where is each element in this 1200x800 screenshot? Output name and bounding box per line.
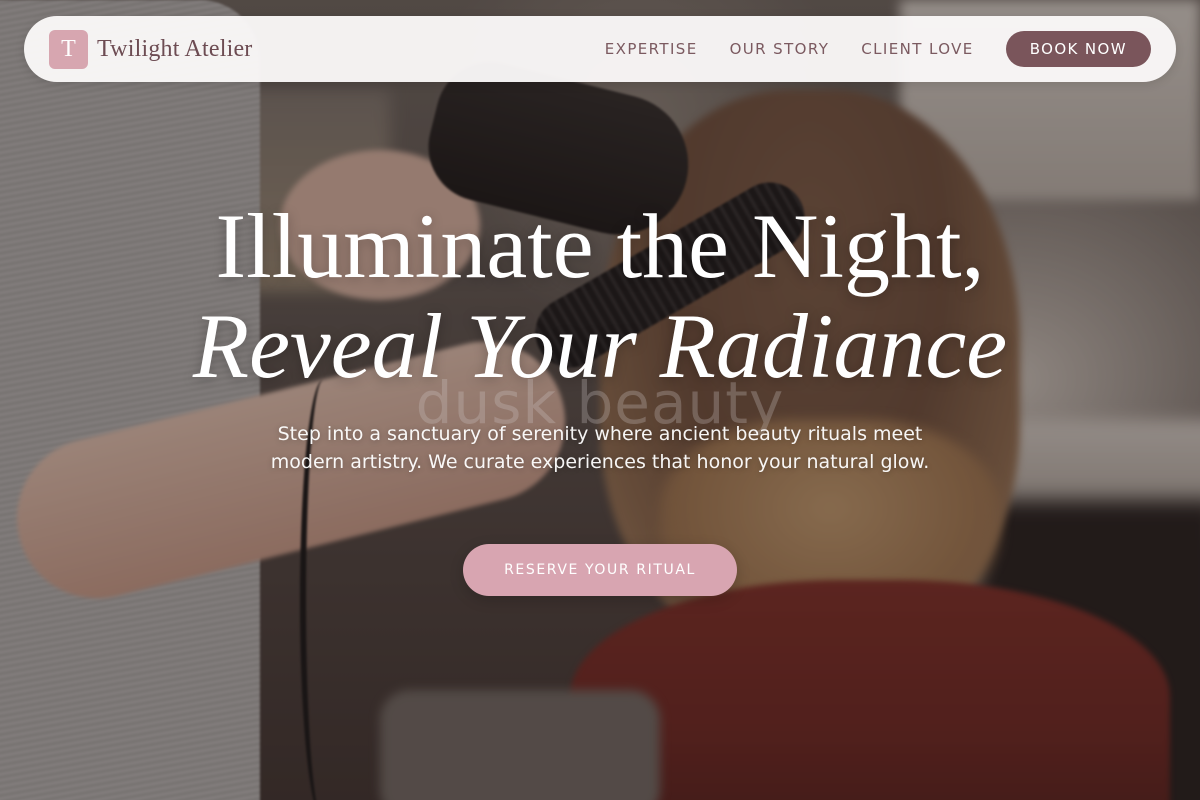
brand-name: Twilight Atelier	[97, 35, 253, 62]
letter-t-monogram-icon: T	[49, 29, 88, 69]
book-now-button[interactable]: BOOK NOW	[1005, 31, 1151, 67]
top-navigation-bar: T Twilight Atelier EXPERTISE OUR STORY C…	[24, 16, 1176, 82]
nav-link-our-story[interactable]: OUR STORY	[730, 40, 830, 58]
reserve-your-ritual-button[interactable]: RESERVE YOUR RITUAL	[463, 544, 737, 596]
hero-headline: Illuminate the Night, Reveal Your Radian…	[100, 196, 1100, 396]
nav-links: EXPERTISE OUR STORY CLIENT LOVE BOOK NOW	[605, 31, 1151, 67]
hero-section: Illuminate the Night, Reveal Your Radian…	[0, 0, 1200, 800]
headline-line-1: Illuminate the Night,	[215, 195, 985, 297]
headline-line-2: Reveal Your Radiance	[192, 295, 1008, 397]
brand-logo-link[interactable]: T Twilight Atelier	[49, 29, 253, 69]
nav-link-expertise[interactable]: EXPERTISE	[605, 40, 698, 58]
hero-subtext: Step into a sanctuary of serenity where …	[270, 423, 930, 473]
nav-link-client-love[interactable]: CLIENT LOVE	[861, 40, 973, 58]
